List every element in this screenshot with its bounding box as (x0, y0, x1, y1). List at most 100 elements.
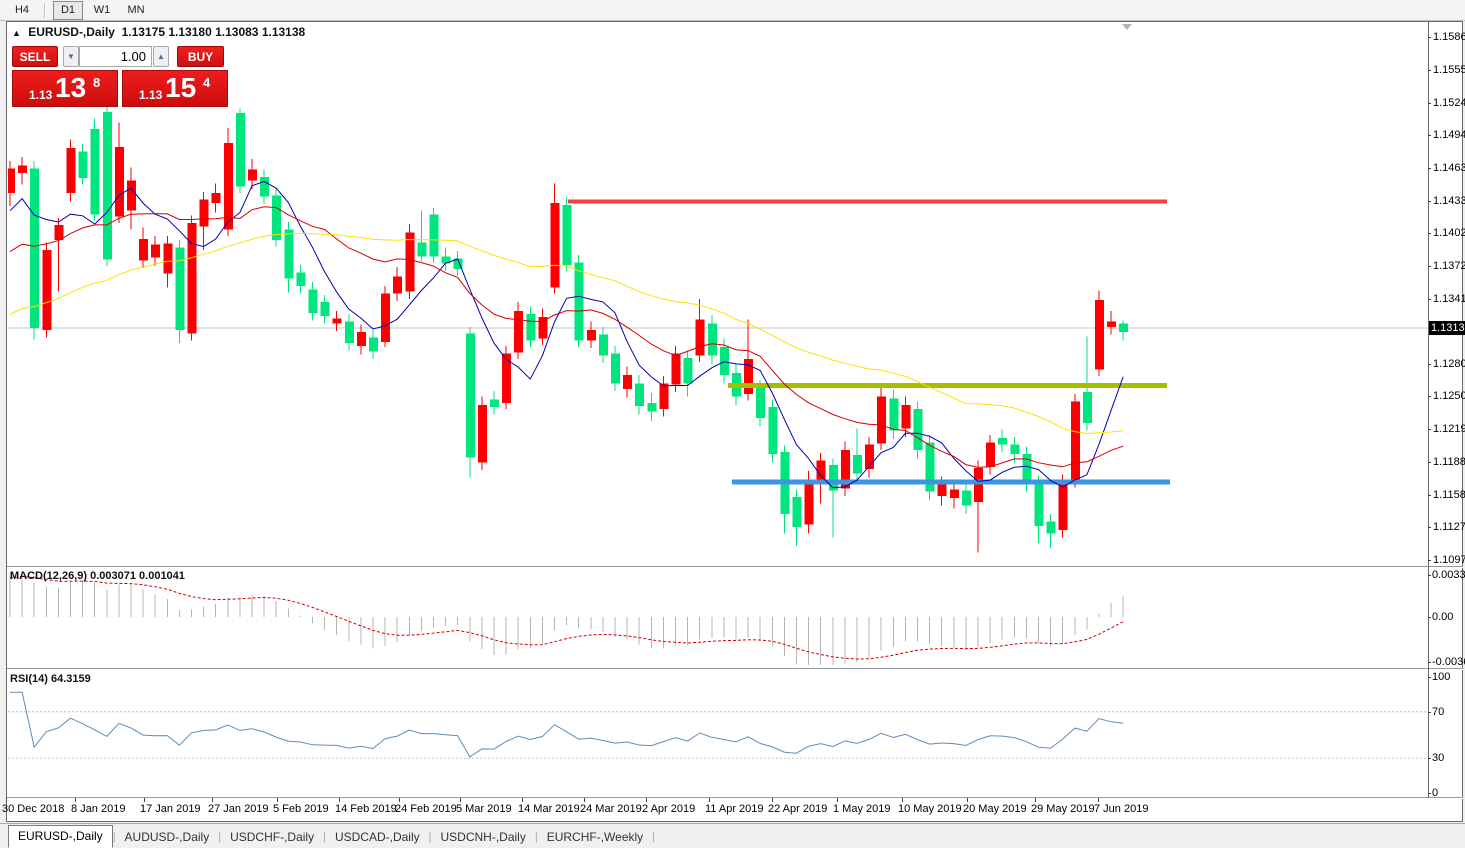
ohlc-close: 1.13138 (262, 25, 305, 39)
price-axis-tick (1428, 364, 1431, 365)
pane-separator[interactable] (7, 566, 1463, 568)
chart-symbol-label: EURUSD-,Daily (28, 25, 115, 39)
latest-bar-marker-icon (1122, 24, 1132, 30)
date-axis-label: 14 Feb 2019 (335, 803, 397, 815)
price-axis-tick (1428, 495, 1431, 496)
chart-tab-bar: EURUSD-,Daily|AUDUSD-,Daily|USDCHF-,Dail… (0, 823, 1465, 847)
chart-tab-usdcad-daily[interactable]: USDCAD-,Daily (326, 827, 429, 847)
chevron-down-icon: ▼ (67, 52, 75, 61)
price-axis-tick (1428, 396, 1431, 397)
price-axis-label: 1.14940 (1433, 129, 1465, 141)
price-axis-tick (1428, 527, 1431, 528)
buy-price-prefix: 1.13 (139, 88, 162, 102)
date-axis-label: 29 May 2019 (1031, 803, 1095, 815)
date-axis-tick (709, 798, 710, 802)
buy-price-pips: 4 (203, 75, 210, 90)
price-axis-tick (1428, 266, 1431, 267)
buy-price-tile[interactable]: 1.13 15 4 (122, 70, 228, 107)
price-axis-label: 1.10970 (1433, 554, 1465, 566)
price-axis-tick (1428, 233, 1431, 234)
macd-axis-tick (1428, 575, 1431, 576)
price-axis-label: 1.11885 (1433, 456, 1465, 468)
date-axis-label: 5 Feb 2019 (273, 803, 329, 815)
macd-axis-tick (1428, 617, 1431, 618)
sell-price-pips: 8 (93, 75, 100, 90)
price-axis-tick (1428, 103, 1431, 104)
date-axis-tick (277, 798, 278, 802)
date-axis-label: 27 Jan 2019 (208, 803, 269, 815)
chart-tab-eurusd-daily[interactable]: EURUSD-,Daily (8, 825, 113, 848)
macd-label: MACD(12,26,9) 0.003071 0.001041 (10, 570, 185, 582)
date-axis-tick (967, 798, 968, 802)
chart-tab-usdchf-daily[interactable]: USDCHF-,Daily (221, 827, 323, 847)
price-axis-label: 1.14025 (1433, 227, 1465, 239)
date-axis-tick (1098, 798, 1099, 802)
rsi-axis-tick (1428, 712, 1431, 713)
date-axis-label: 1 May 2019 (833, 803, 890, 815)
price-axis-label: 1.12805 (1433, 358, 1465, 370)
price-axis-tick (1428, 201, 1431, 202)
chart-tab-usdcnh-daily[interactable]: USDCNH-,Daily (432, 827, 535, 847)
price-axis-tick (1428, 560, 1431, 561)
current-price-tag: 1.13138 (1429, 321, 1465, 335)
buy-button[interactable]: BUY (177, 46, 224, 67)
price-axis-tick (1428, 299, 1431, 300)
price-axis-label: 1.11580 (1433, 489, 1465, 501)
date-axis-label: 20 May 2019 (963, 803, 1027, 815)
date-axis-tick (772, 798, 773, 802)
sell-price-tile[interactable]: 1.13 13 8 (12, 70, 118, 107)
rsi-axis-label: 0 (1432, 787, 1438, 799)
ohlc-header: ▲ EURUSD-,Daily 1.13175 1.13180 1.13083 … (12, 25, 305, 39)
price-axis-label: 1.14635 (1433, 162, 1465, 174)
chart-tab-audusd-daily[interactable]: AUDUSD-,Daily (116, 827, 219, 847)
date-axis-tick (902, 798, 903, 802)
chevron-up-icon: ▲ (157, 52, 165, 61)
date-axis-tick (6, 798, 7, 802)
rsi-axis-tick (1428, 677, 1431, 678)
price-axis-label: 1.15860 (1433, 31, 1465, 43)
rsi-value: 64.3159 (51, 673, 91, 685)
volume-input[interactable] (79, 46, 152, 67)
date-axis-tick (584, 798, 585, 802)
pane-separator[interactable] (7, 668, 1463, 670)
price-axis-tick (1428, 429, 1431, 430)
rsi-axis-tick (1428, 758, 1431, 759)
price-axis-border (1428, 22, 1429, 798)
macd-axis-label: -0.003664 (1432, 656, 1465, 668)
date-axis-label: 10 May 2019 (898, 803, 962, 815)
macd-values: 0.003071 0.001041 (90, 570, 185, 582)
sell-price-prefix: 1.13 (29, 88, 52, 102)
date-axis-label: 17 Jan 2019 (140, 803, 201, 815)
volume-down-button[interactable]: ▼ (63, 46, 79, 67)
chart-plot-area[interactable] (0, 0, 1465, 847)
date-axis-tick (399, 798, 400, 802)
price-axis-label: 1.12500 (1433, 390, 1465, 402)
volume-up-button[interactable]: ▲ (153, 46, 169, 67)
sell-button[interactable]: SELL (12, 46, 58, 67)
date-axis-label: 8 Jan 2019 (71, 803, 125, 815)
price-axis-tick (1428, 70, 1431, 71)
date-axis-label: 30 Dec 2018 (2, 803, 64, 815)
price-axis-tick (1428, 135, 1431, 136)
date-axis-label: 5 Mar 2019 (456, 803, 512, 815)
rsi-axis-label: 100 (1432, 671, 1450, 683)
ohlc-open: 1.13175 (122, 25, 165, 39)
date-axis-tick (75, 798, 76, 802)
date-axis-tick (460, 798, 461, 802)
rsi-axis-tick (1428, 793, 1431, 794)
price-axis-label: 1.15245 (1433, 97, 1465, 109)
date-axis-tick (646, 798, 647, 802)
date-axis-label: 24 Mar 2019 (580, 803, 642, 815)
buy-price-big: 15 (165, 72, 196, 104)
date-axis-label: 24 Feb 2019 (395, 803, 457, 815)
mt4-window: H4 D1 W1 MN ▲ EURUSD-,Daily 1.13175 1.13… (0, 0, 1465, 847)
tab-separator: | (652, 827, 655, 847)
price-axis-label: 1.14330 (1433, 195, 1465, 207)
rsi-name: RSI(14) (10, 673, 48, 685)
macd-name: MACD(12,26,9) (10, 570, 87, 582)
date-axis-tick (212, 798, 213, 802)
price-axis-label: 1.12195 (1433, 423, 1465, 435)
price-axis-label: 1.15550 (1433, 64, 1465, 76)
chart-tab-eurchf-weekly[interactable]: EURCHF-,Weekly (538, 827, 652, 847)
macd-axis-tick (1428, 662, 1431, 663)
